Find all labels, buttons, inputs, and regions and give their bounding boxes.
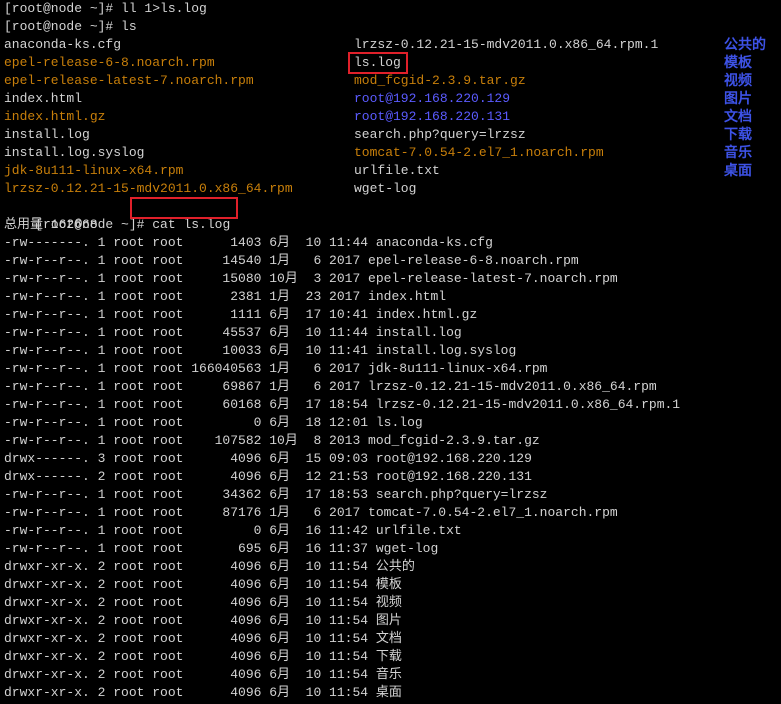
listing-row: -rw-r--r--. 1 root root 107582 10月 8 201… bbox=[4, 433, 540, 448]
listing-row: -rw-r--r--. 1 root root 695 6月 16 11:37 … bbox=[4, 541, 439, 556]
ls-item: root@192.168.220.129 bbox=[354, 91, 511, 106]
ls-item: index.html bbox=[4, 91, 83, 106]
ls-dir-item: 图片 bbox=[724, 91, 752, 107]
ls-dir-item: 音乐 bbox=[724, 145, 752, 161]
ls-item: install.log.syslog bbox=[4, 145, 145, 160]
listing-row: -rw-r--r--. 1 root root 10033 6月 10 11:4… bbox=[4, 343, 517, 358]
ls-item: index.html.gz bbox=[4, 109, 106, 124]
listing-row: drwxr-xr-x. 2 root root 4096 6月 10 11:54… bbox=[4, 631, 402, 646]
ls-item: search.php?query=lrzsz bbox=[354, 127, 526, 142]
ls-item: root@192.168.220.131 bbox=[354, 109, 511, 124]
ls-log-highlight bbox=[348, 52, 408, 74]
ls-dir-item: 下载 bbox=[724, 127, 752, 143]
ls-item: wget-log bbox=[354, 181, 417, 196]
listing-row: -rw-r--r--. 1 root root 45537 6月 10 11:4… bbox=[4, 325, 462, 340]
listing-row: -rw-r--r--. 1 root root 0 6月 16 11:42 ur… bbox=[4, 523, 462, 538]
ls-item: urlfile.txt bbox=[354, 163, 440, 178]
listing-row: drwx------. 2 root root 4096 6月 12 21:53… bbox=[4, 469, 532, 484]
listing-row: drwxr-xr-x. 2 root root 4096 6月 10 11:54… bbox=[4, 595, 402, 610]
listing-row: -rw-r--r--. 1 root root 14540 1月 6 2017 … bbox=[4, 253, 579, 268]
prompt-line-2: [root@node ~]# ls bbox=[4, 19, 137, 34]
listing-row: -rw-r--r--. 1 root root 87176 1月 6 2017 … bbox=[4, 505, 618, 520]
listing-row: drwxr-xr-x. 2 root root 4096 6月 10 11:54… bbox=[4, 613, 402, 628]
ls-item: jdk-8u111-linux-x64.rpm bbox=[4, 163, 184, 178]
listing-row: drwxr-xr-x. 2 root root 4096 6月 10 11:54… bbox=[4, 577, 402, 592]
listing-row: -rw-r--r--. 1 root root 15080 10月 3 2017… bbox=[4, 271, 618, 286]
listing-row: drwx------. 3 root root 4096 6月 15 09:03… bbox=[4, 451, 532, 466]
listing-row: drwxr-xr-x. 2 root root 4096 6月 10 11:54… bbox=[4, 685, 402, 700]
prompt-line-1: [root@node ~]# ll 1>ls.log bbox=[4, 1, 207, 16]
ls-item: lrzsz-0.12.21-15-mdv2011.0.x86_64.rpm bbox=[4, 181, 293, 196]
ls-dir-item: 桌面 bbox=[724, 163, 752, 179]
ls-dir-item: 文档 bbox=[724, 109, 752, 125]
ls-dir-item: 模板 bbox=[724, 55, 752, 71]
listing-row: -rw-r--r--. 1 root root 0 6月 18 12:01 ls… bbox=[4, 415, 423, 430]
ls-dir-item: 公共的 bbox=[724, 37, 766, 53]
ls-item: install.log bbox=[4, 127, 90, 142]
listing-row: -rw-r--r--. 1 root root 2381 1月 23 2017 … bbox=[4, 289, 447, 304]
prompt-command: cat ls.log bbox=[152, 217, 231, 232]
ls-item: epel-release-latest-7.noarch.rpm bbox=[4, 73, 254, 88]
listing-row: drwxr-xr-x. 2 root root 4096 6月 10 11:54… bbox=[4, 667, 402, 682]
listing-row: drwxr-xr-x. 2 root root 4096 6月 10 11:54… bbox=[4, 649, 402, 664]
total-line: 总用量 162668 bbox=[4, 217, 98, 232]
listing-row: -rw-r--r--. 1 root root 166040563 1月 6 2… bbox=[4, 361, 548, 376]
ls-item: mod_fcgid-2.3.9.tar.gz bbox=[354, 73, 526, 88]
listing-row: -rw-------. 1 root root 1403 6月 10 11:44… bbox=[4, 235, 493, 250]
listing-row: drwxr-xr-x. 2 root root 4096 6月 10 11:54… bbox=[4, 559, 415, 574]
listing-row: -rw-r--r--. 1 root root 34362 6月 17 18:5… bbox=[4, 487, 548, 502]
ls-item: tomcat-7.0.54-2.el7_1.noarch.rpm bbox=[354, 145, 604, 160]
listing-row: -rw-r--r--. 1 root root 1111 6月 17 10:41… bbox=[4, 307, 478, 322]
listing-row: -rw-r--r--. 1 root root 69867 1月 6 2017 … bbox=[4, 379, 657, 394]
ls-item: anaconda-ks.cfg bbox=[4, 37, 122, 52]
listing-row: -rw-r--r--. 1 root root 60168 6月 17 18:5… bbox=[4, 397, 681, 412]
ls-dir-item: 视频 bbox=[724, 73, 752, 89]
ls-item: epel-release-6-8.noarch.rpm bbox=[4, 55, 215, 70]
cat-command-highlight bbox=[130, 197, 238, 219]
terminal-window[interactable]: [root@node ~]# ll 1>ls.log [root@node ~]… bbox=[0, 0, 781, 704]
